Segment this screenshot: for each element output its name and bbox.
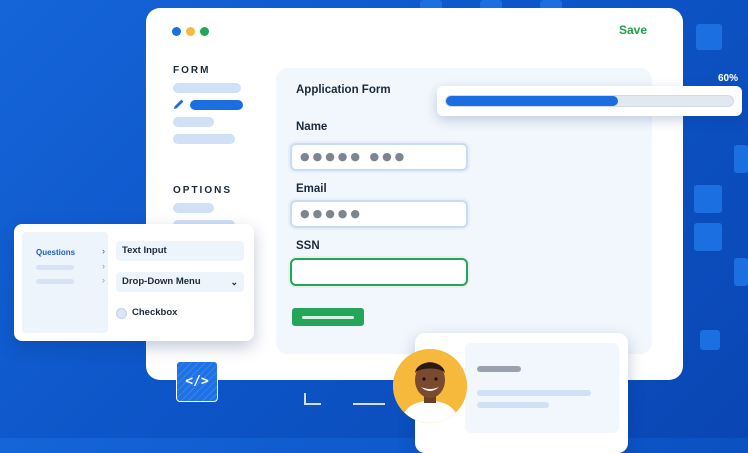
builder-menu-item[interactable] xyxy=(36,279,74,284)
checkbox-radio[interactable] xyxy=(116,308,127,319)
person-avatar-image xyxy=(393,349,467,423)
form-title: Application Form xyxy=(296,84,391,96)
progress-percent: 60% xyxy=(718,73,739,84)
chevron-right-icon: › xyxy=(102,246,105,256)
progress-card xyxy=(437,86,742,116)
ssn-field[interactable] xyxy=(290,258,468,286)
email-field[interactable]: ●●●●● xyxy=(290,200,468,228)
sidebar-item-active[interactable] xyxy=(190,100,243,110)
profile-name-placeholder xyxy=(477,366,521,372)
chevron-right-icon: › xyxy=(102,261,105,271)
text-input-option[interactable]: Text Input xyxy=(116,241,244,261)
ssn-label: SSN xyxy=(296,240,320,252)
profile-line-placeholder xyxy=(477,402,549,408)
window-dot-blue[interactable] xyxy=(172,27,181,36)
name-label: Name xyxy=(296,121,328,133)
text-input-label: Text Input xyxy=(122,245,167,256)
email-label: Email xyxy=(296,183,327,195)
form-builder-card: Questions › › › Text Input Drop-Down Men… xyxy=(14,224,254,341)
chevron-down-icon: ⌄ xyxy=(230,277,238,287)
sidebar-item[interactable] xyxy=(173,83,241,93)
background-tile xyxy=(694,185,722,213)
builder-menu-item[interactable] xyxy=(36,265,74,270)
builder-menu: Questions › › › xyxy=(22,232,108,333)
background-tile xyxy=(734,145,748,173)
sidebar-options-heading: OPTIONS xyxy=(173,185,233,196)
submit-button[interactable] xyxy=(292,308,364,326)
background-tile xyxy=(696,24,722,50)
checkbox-option-label[interactable]: Checkbox xyxy=(132,307,177,318)
profile-details xyxy=(465,343,619,433)
sidebar-form-heading: FORM xyxy=(173,65,211,76)
drop-down-menu-label: Drop-Down Menu xyxy=(122,276,201,287)
profile-line-placeholder xyxy=(477,390,591,396)
save-button[interactable]: Save xyxy=(619,23,647,37)
drop-down-menu-option[interactable]: Drop-Down Menu ⌄ xyxy=(116,272,244,292)
pencil-icon xyxy=(174,99,184,109)
background-tile xyxy=(734,258,748,286)
submit-button-label-placeholder xyxy=(302,316,354,319)
window-dot-yellow[interactable] xyxy=(186,27,195,36)
decorative-lines xyxy=(304,393,385,405)
background-tile xyxy=(694,223,722,251)
name-field[interactable]: ●●●●● ●●● xyxy=(290,143,468,171)
sidebar-option[interactable] xyxy=(173,203,214,213)
sidebar-item[interactable] xyxy=(173,117,214,127)
progress-bar xyxy=(445,95,734,107)
sidebar-item[interactable] xyxy=(173,134,235,144)
chevron-right-icon: › xyxy=(102,275,105,285)
avatar xyxy=(393,349,467,423)
window-controls xyxy=(172,27,209,36)
window-dot-green[interactable] xyxy=(200,27,209,36)
background-tile xyxy=(700,330,720,350)
progress-fill xyxy=(446,96,619,106)
questions-menu-item[interactable]: Questions xyxy=(36,248,75,257)
code-icon: </> xyxy=(176,361,218,402)
